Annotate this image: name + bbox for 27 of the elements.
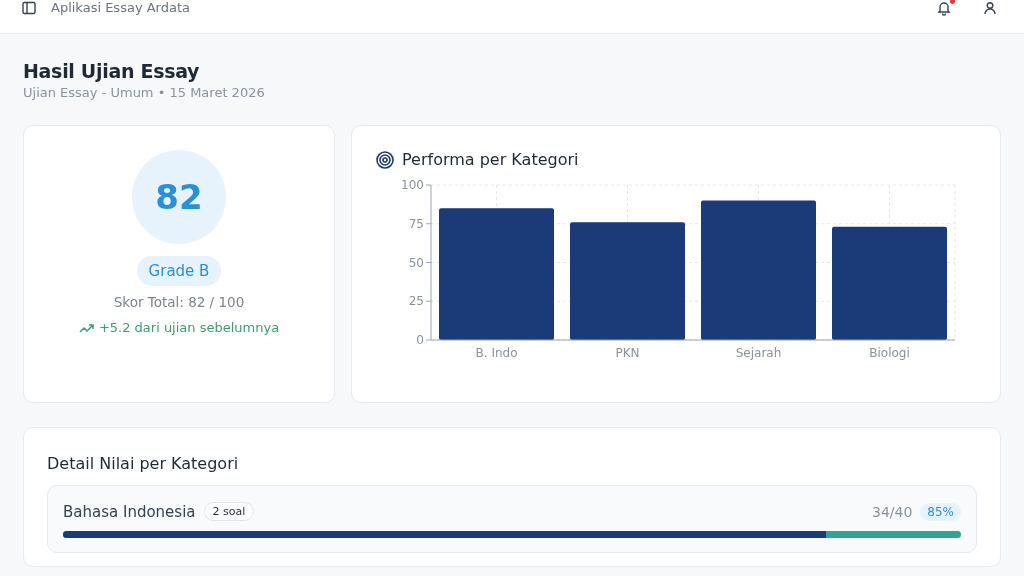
y-axis-label: 0: [416, 333, 424, 347]
y-axis-label: 75: [408, 216, 424, 231]
percent-badge: 85%: [920, 502, 961, 521]
target-icon: [376, 150, 394, 169]
x-axis-label: Sejarah: [735, 346, 782, 360]
y-axis-label: 25: [408, 294, 424, 309]
section-title: Detail Nilai per Kategori: [47, 454, 240, 473]
page-subtitle: Ujian Essay - Umum • 15 Maret 2026: [23, 85, 265, 100]
sidebar-toggle-icon[interactable]: [21, 0, 37, 16]
y-axis-label: 100: [401, 178, 424, 192]
x-axis-label: PKN: [615, 346, 640, 360]
page-title: Hasil Ujian Essay: [23, 60, 201, 82]
user-icon[interactable]: [982, 0, 998, 16]
chart-title: Performa per Kategori: [402, 150, 579, 169]
grade-badge: Grade B: [136, 256, 222, 286]
category-score: 34/40: [871, 503, 913, 520]
y-axis-label: 50: [408, 255, 424, 270]
score-circle: 82: [132, 150, 226, 244]
trend-up-icon: [78, 321, 95, 334]
x-axis-label: Biologi: [869, 346, 910, 360]
notification-button[interactable]: [936, 0, 952, 16]
category-name: Bahasa Indonesia: [63, 502, 196, 521]
trend-text: +5.2 dari ujian sebelumnya: [98, 320, 280, 335]
x-axis-label: B. Indo: [475, 346, 518, 360]
question-count: 2 soal: [203, 502, 255, 521]
total-score: Skor Total: 82 / 100: [113, 294, 245, 310]
app-title: Aplikasi Essay Ardata: [51, 0, 191, 15]
